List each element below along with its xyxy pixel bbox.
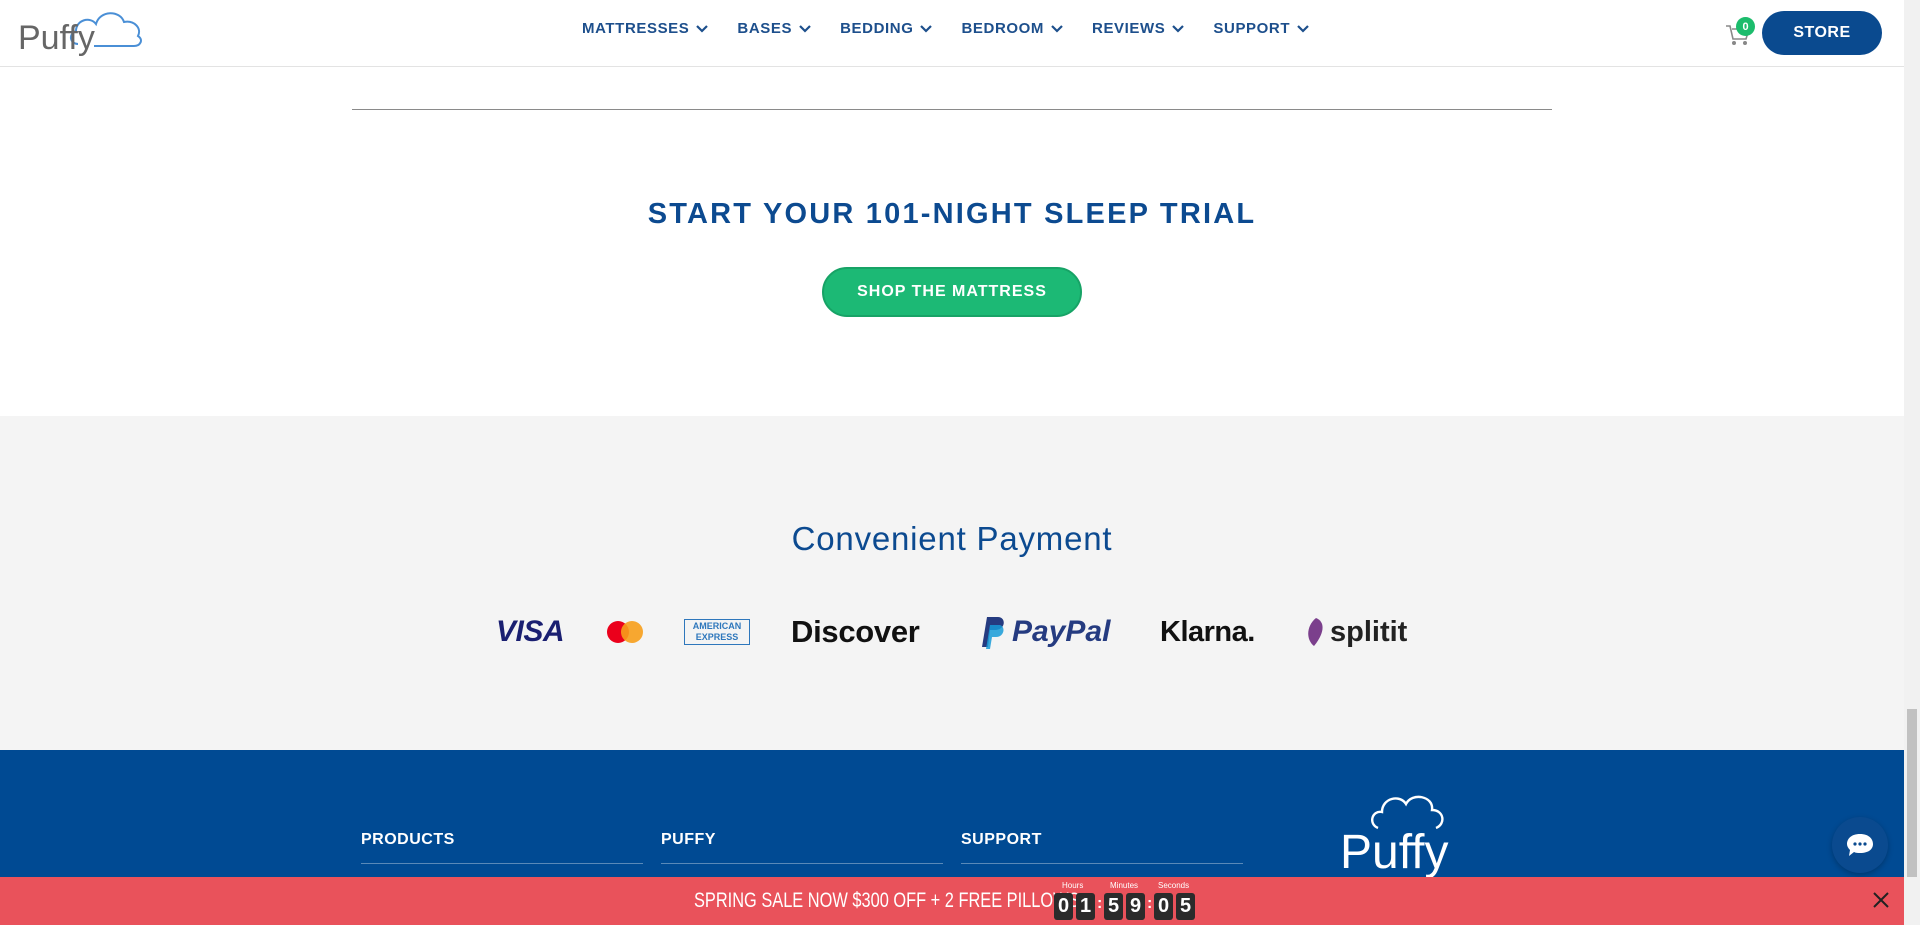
nav-label: MATTRESSES [582, 20, 690, 37]
mastercard-logo [606, 612, 644, 652]
discover-logo: Discover [791, 614, 920, 649]
site-header: Puffy MATTRESSES BASES BEDDING BEDROOM R… [0, 0, 1904, 67]
chevron-down-icon [1172, 24, 1185, 33]
footer-support-heading[interactable]: SUPPORT [961, 831, 1243, 864]
paypal-logo: PayPal [976, 612, 1110, 652]
chevron-down-icon [799, 24, 811, 33]
nav-label: BASES [737, 20, 793, 37]
nav-label: REVIEWS [1092, 20, 1166, 37]
puffy-logo[interactable]: Puffy [18, 4, 148, 62]
timer-digit: 0 [1054, 893, 1073, 920]
payment-section: Convenient Payment VISA AMERICAN EXPRESS… [0, 416, 1904, 750]
chat-button[interactable] [1832, 817, 1888, 873]
footer-puffy-logo: Puffy [1340, 795, 1449, 878]
nav-mattresses[interactable]: MATTRESSES [582, 20, 709, 37]
chevron-down-icon [920, 24, 933, 33]
payment-logos: VISA AMERICAN EXPRESS Discover PayPal Kl… [0, 612, 1904, 652]
nav-label: BEDROOM [961, 20, 1045, 37]
minutes-label: Minutes [1110, 881, 1139, 890]
nav-reviews[interactable]: REVIEWS [1092, 20, 1185, 37]
footer-products-heading[interactable]: PRODUCTS [361, 831, 643, 864]
nav-bedding[interactable]: BEDDING [840, 20, 933, 37]
nav-label: SUPPORT [1213, 20, 1291, 37]
chevron-down-icon [696, 24, 709, 33]
trial-heading: START YOUR 101-NIGHT SLEEP TRIAL [647, 198, 1257, 230]
timer-digit: 5 [1176, 893, 1195, 920]
close-icon[interactable] [1870, 889, 1892, 911]
payment-heading: Convenient Payment [791, 520, 1113, 557]
store-button[interactable]: STORE [1762, 11, 1882, 55]
svg-text:Puffy: Puffy [1340, 826, 1449, 878]
timer-digit: 1 [1076, 893, 1095, 920]
cart-count-badge: 0 [1736, 17, 1755, 36]
visa-logo: VISA [496, 615, 565, 648]
timer-colon: : [1097, 895, 1103, 912]
shop-mattress-button[interactable]: SHOP THE MATTRESS [822, 267, 1082, 317]
nav-bedroom[interactable]: BEDROOM [961, 20, 1063, 37]
section-divider [352, 109, 1552, 110]
svg-text:Puffy: Puffy [18, 19, 95, 57]
nav-label: BEDDING [840, 20, 914, 37]
chat-bubble-icon [1847, 834, 1873, 856]
amex-logo: AMERICAN EXPRESS [684, 612, 750, 652]
splitit-logo: splitit [1304, 612, 1407, 652]
klarna-logo: Klarna. [1160, 615, 1255, 648]
chevron-down-icon [1051, 24, 1063, 33]
nav-support[interactable]: SUPPORT [1213, 20, 1309, 37]
timer-colon: : [1147, 895, 1153, 912]
promo-text: SPRING SALE NOW $300 OFF + 2 FREE PILLOW… [694, 889, 1080, 912]
nav-bases[interactable]: BASES [737, 20, 811, 37]
hours-label: Hours [1062, 881, 1084, 890]
page: Puffy MATTRESSES BASES BEDDING BEDROOM R… [0, 0, 1904, 925]
timer-digit: 5 [1104, 893, 1123, 920]
promo-bar: SPRING SALE NOW $300 OFF + 2 FREE PILLOW… [0, 877, 1904, 925]
main-nav: MATTRESSES BASES BEDDING BEDROOM REVIEWS… [582, 20, 1309, 37]
footer-puffy-heading[interactable]: PUFFY [661, 831, 943, 864]
timer-digit: 0 [1154, 893, 1173, 920]
timer-digit: 9 [1126, 893, 1145, 920]
chevron-down-icon [1297, 24, 1309, 33]
seconds-label: Seconds [1158, 881, 1190, 890]
scrollbar-thumb[interactable] [1907, 709, 1917, 877]
